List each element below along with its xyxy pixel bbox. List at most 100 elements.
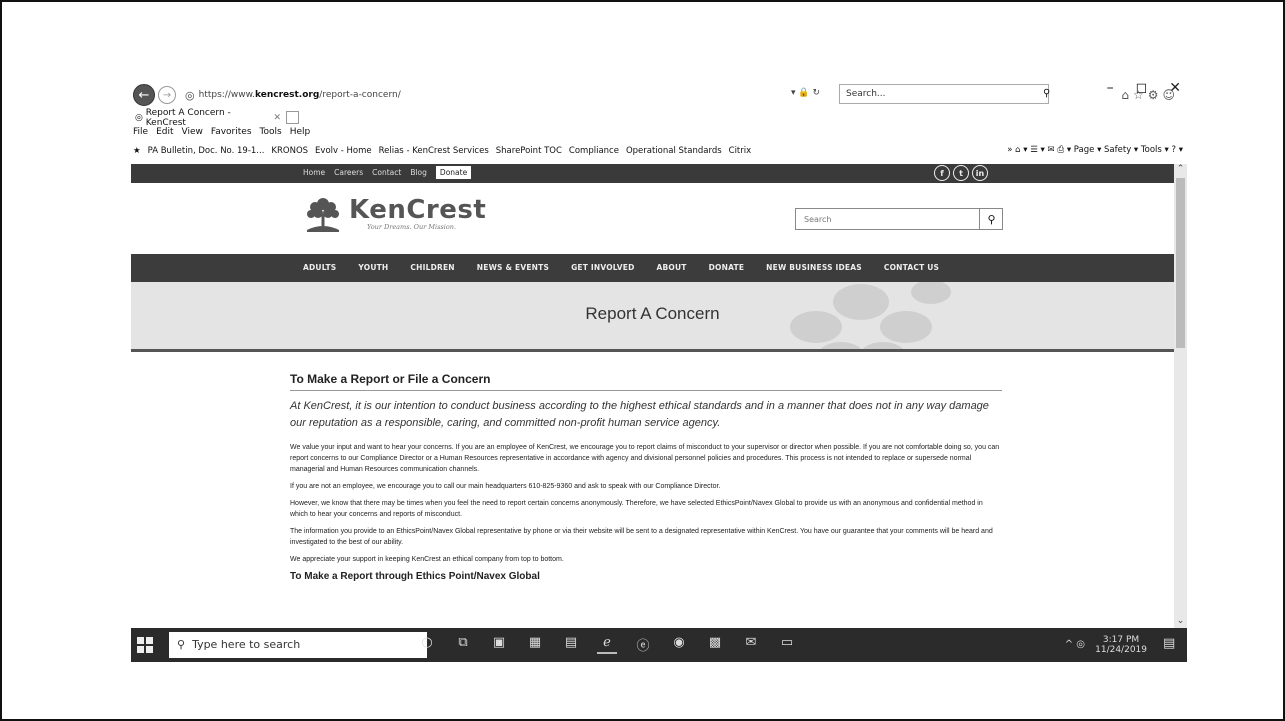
- page-scrollbar[interactable]: ⌃ ⌄: [1174, 164, 1187, 628]
- page-title: Report A Concern: [585, 304, 720, 323]
- nav-new-business-ideas[interactable]: NEW BUSINESS IDEAS: [766, 263, 862, 272]
- globe-icon: ◎: [185, 88, 195, 102]
- topnav-blog[interactable]: Blog: [410, 168, 427, 179]
- twitter-icon[interactable]: t: [953, 165, 969, 181]
- notification-icon[interactable]: ▤: [1163, 636, 1181, 654]
- dropdown-icon[interactable]: ▾: [791, 88, 796, 98]
- clock-date: 11/24/2019: [1095, 645, 1147, 655]
- page-banner: Report A Concern: [131, 282, 1174, 352]
- taskbar-search-input[interactable]: ⚲ Type here to search: [169, 632, 427, 658]
- powerpoint-icon[interactable]: ▣: [489, 635, 509, 654]
- nav-get-involved[interactable]: GET INVOLVED: [571, 263, 634, 272]
- page-icon: ◎: [135, 113, 146, 123]
- word-icon[interactable]: ▤: [561, 635, 581, 654]
- back-button[interactable]: ←: [133, 84, 155, 106]
- menu-tools[interactable]: Tools: [260, 127, 282, 141]
- address-row: ← → ◎ https://www. kencrest.org/report-a-…: [131, 84, 1187, 106]
- gear-icon[interactable]: ⚙: [1148, 88, 1163, 102]
- toolbar-icons: ⌂☆⚙☺: [1121, 88, 1179, 102]
- tree-logo-icon: [307, 198, 339, 232]
- tab-report-a-concern[interactable]: ◎ Report A Concern - KenCrest ✕: [131, 108, 281, 128]
- search-icon: ⚲: [987, 212, 996, 226]
- nav-adults[interactable]: ADULTS: [303, 263, 336, 272]
- menu-view[interactable]: View: [182, 127, 203, 141]
- scroll-up-icon[interactable]: ⌃: [1174, 164, 1187, 176]
- nav-youth[interactable]: YOUTH: [358, 263, 388, 272]
- favorites-star-icon: ★: [133, 146, 141, 156]
- search-icon: ⚲: [177, 638, 193, 651]
- favorite-item[interactable]: Relias - KenCrest Services: [379, 146, 489, 156]
- back-arrow-icon: ←: [138, 87, 150, 103]
- address-bar[interactable]: ◎ https://www. kencrest.org/report-a-conc…: [181, 85, 821, 105]
- task-view-icon[interactable]: ⧉: [453, 635, 473, 654]
- refresh-icon[interactable]: ↻: [813, 88, 821, 98]
- favorite-item[interactable]: PA Bulletin, Doc. No. 19-1...: [148, 146, 265, 156]
- nav-about[interactable]: ABOUT: [657, 263, 687, 272]
- site-search-input[interactable]: Search: [795, 208, 1003, 230]
- lock-icon[interactable]: 🔒: [798, 88, 809, 98]
- scroll-down-icon[interactable]: ⌄: [1174, 616, 1187, 628]
- smiley-icon[interactable]: ☺: [1162, 88, 1179, 102]
- cortana-icon[interactable]: ○: [417, 635, 437, 654]
- url-prefix: https://www.: [198, 90, 255, 100]
- nav-contact-us[interactable]: CONTACT US: [884, 263, 939, 272]
- file-explorer-icon[interactable]: ▭: [777, 635, 797, 654]
- menu-favorites[interactable]: Favorites: [211, 127, 252, 141]
- clock[interactable]: 3:17 PM 11/24/2019: [1095, 635, 1147, 655]
- favorite-item[interactable]: KRONOS: [271, 146, 308, 156]
- clock-time: 3:17 PM: [1102, 635, 1140, 645]
- site-topbar: Home Careers Contact Blog Donate f t in: [131, 164, 1174, 183]
- favorite-item[interactable]: SharePoint TOC: [496, 146, 562, 156]
- edge-icon[interactable]: ⓔ: [633, 635, 653, 654]
- site-logo[interactable]: KenCrest Your Dreams. Our Mission.: [303, 194, 486, 234]
- site-search-button[interactable]: ⚲: [979, 208, 1003, 230]
- app-icon[interactable]: ▩: [705, 635, 725, 654]
- address-tools: ▾ 🔒 ↻: [791, 88, 820, 98]
- body-paragraph: The information you provide to an Ethics…: [290, 528, 993, 546]
- topnav-donate-button[interactable]: Donate: [435, 166, 472, 179]
- nav-children[interactable]: CHILDREN: [410, 263, 454, 272]
- star-icon[interactable]: ☆: [1133, 88, 1148, 102]
- slide-frame: – ◻ ✕ ← → ◎ https://www. kencrest.org/rep…: [0, 0, 1285, 721]
- browser-search-input[interactable]: Search...: [839, 84, 1049, 104]
- main-navigation: ADULTS YOUTH CHILDREN NEWS & EVENTS GET …: [131, 254, 1174, 282]
- body-paragraph: If you are not an employee, we encourage…: [290, 483, 721, 490]
- internet-explorer-icon[interactable]: ℯ: [597, 635, 617, 654]
- favorite-item[interactable]: Operational Standards: [626, 146, 722, 156]
- excel-icon[interactable]: ▦: [525, 635, 545, 654]
- chrome-icon[interactable]: ◉: [669, 635, 689, 654]
- windows-start-icon[interactable]: [137, 637, 153, 653]
- logo-text: KenCrest Your Dreams. Our Mission.: [349, 197, 486, 231]
- logo-name: KenCrest: [349, 195, 487, 225]
- topnav-contact[interactable]: Contact: [372, 168, 401, 179]
- url-path: /report-a-concern/: [319, 90, 401, 100]
- command-bar[interactable]: » ⌂ ▾ ☰ ▾ ✉ ⎙ ▾ Page ▾ Safety ▾ Tools ▾ …: [1007, 145, 1183, 155]
- new-tab-button[interactable]: [286, 111, 299, 124]
- taskbar-apps: ○ ⧉ ▣ ▦ ▤ ℯ ⓔ ◉ ▩ ✉ ▭: [417, 635, 797, 654]
- favorite-item[interactable]: Evolv - Home: [315, 146, 372, 156]
- home-icon[interactable]: ⌂: [1121, 88, 1133, 102]
- search-icon[interactable]: ⚲: [1043, 88, 1050, 99]
- scroll-thumb[interactable]: [1176, 178, 1185, 348]
- url-domain: kencrest.org: [255, 90, 320, 100]
- topnav-careers[interactable]: Careers: [334, 168, 363, 179]
- facebook-icon[interactable]: f: [934, 165, 950, 181]
- nav-news-events[interactable]: NEWS & EVENTS: [477, 263, 549, 272]
- topnav-home[interactable]: Home: [303, 168, 325, 179]
- favorite-item[interactable]: Citrix: [729, 146, 752, 156]
- favorite-item[interactable]: Compliance: [569, 146, 619, 156]
- menu-file[interactable]: File: [133, 127, 148, 141]
- nav-donate[interactable]: DONATE: [709, 263, 745, 272]
- menu-edit[interactable]: Edit: [156, 127, 173, 141]
- windows-taskbar: ⚲ Type here to search ○ ⧉ ▣ ▦ ▤ ℯ ⓔ ◉ ▩ …: [131, 628, 1187, 662]
- article-content: To Make a Report or File a Concern At Ke…: [290, 372, 1002, 582]
- linkedin-icon[interactable]: in: [972, 165, 988, 181]
- system-tray-icons[interactable]: ^ ◎: [1065, 639, 1085, 650]
- tab-title: Report A Concern - KenCrest: [145, 108, 231, 128]
- outlook-icon[interactable]: ✉: [741, 635, 761, 654]
- body-paragraph: We value your input and want to hear you…: [290, 444, 1000, 473]
- top-navigation: Home Careers Contact Blog Donate: [303, 166, 472, 179]
- forward-button[interactable]: →: [158, 86, 176, 104]
- close-tab-icon[interactable]: ✕: [273, 113, 281, 123]
- menu-help[interactable]: Help: [290, 127, 311, 141]
